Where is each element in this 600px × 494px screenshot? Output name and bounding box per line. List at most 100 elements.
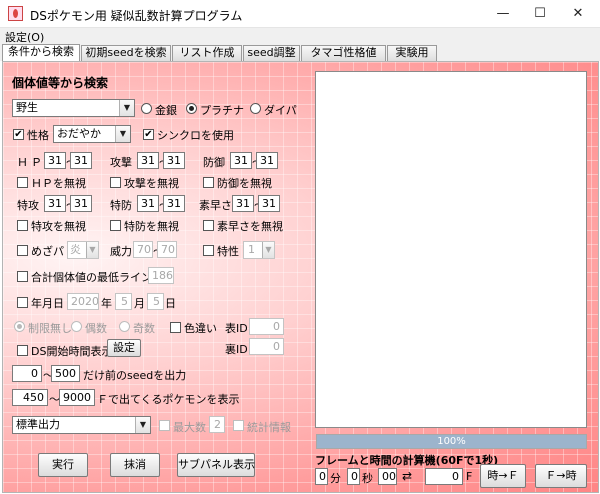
clear-button[interactable]: 抹消 — [110, 453, 160, 477]
nature-checkbox[interactable]: ✔ — [13, 129, 24, 140]
spa-max-input[interactable]: 31 — [70, 195, 92, 212]
frame-to-time-button[interactable]: Ｆ→時 — [535, 464, 587, 488]
ability-select[interactable]: 1 ▼ — [243, 241, 275, 259]
window-title: DSポケモン用 疑似乱数計算プログラム — [30, 9, 243, 23]
spd-min-input[interactable]: 31 — [137, 195, 159, 212]
hidden-power-checkbox[interactable] — [17, 245, 28, 256]
ability-label: 特性 — [217, 245, 239, 258]
calc-frame-input[interactable]: 0 — [425, 468, 463, 485]
max-count-label: 最大数 — [173, 421, 206, 434]
tid-input[interactable]: 0 — [249, 318, 284, 335]
min-total-input[interactable]: 186 — [148, 267, 174, 284]
tab-egg-nature[interactable]: タマゴ性格値 — [301, 45, 386, 61]
version-radio-dp[interactable] — [250, 103, 261, 114]
tab-search-initial-seed[interactable]: 初期seedを検索 — [81, 45, 171, 61]
def-max-input[interactable]: 31 — [256, 152, 278, 169]
run-button[interactable]: 実行 — [38, 453, 88, 477]
shiny-checkbox[interactable] — [170, 322, 181, 333]
ability-checkbox[interactable] — [203, 245, 214, 256]
calculator-title: フレームと時間の計算機(60Fで1秒) — [315, 454, 499, 467]
seed-from-input[interactable]: 0 — [12, 365, 42, 382]
nature-select[interactable]: おだやか ▼ — [53, 125, 131, 143]
ds-time-settings-button[interactable]: 設定 — [107, 339, 141, 357]
calc-frame-unit: F — [466, 470, 473, 483]
menu-settings[interactable]: 設定(O) — [5, 29, 44, 45]
output-text-area[interactable] — [315, 71, 587, 428]
hidden-power-type-select[interactable]: 炎 ▼ — [67, 241, 99, 259]
sid-input[interactable]: 0 — [249, 338, 284, 355]
version-radio-platinum[interactable] — [186, 103, 197, 114]
tab-seed-adjust[interactable]: seed調整 — [243, 45, 300, 61]
calc-seconds-unit: 秒 — [362, 472, 373, 485]
parity-label-even: 偶数 — [85, 322, 107, 335]
java-app-icon — [8, 6, 23, 21]
hidden-power-power-label: 威力 — [110, 245, 132, 258]
day-input[interactable]: 5 — [147, 293, 164, 310]
version-label-dp: ダイパ — [264, 104, 297, 117]
frame-from-input[interactable]: 450 — [12, 389, 48, 406]
date-label: 年月日 — [31, 297, 64, 310]
output-mode-select[interactable]: 標準出力 ▼ — [12, 416, 151, 434]
day-unit: 日 — [165, 297, 176, 310]
calc-seconds-input[interactable]: 0 — [347, 468, 360, 485]
parity-radio-none[interactable] — [14, 321, 25, 332]
spd-label: 特防 — [110, 199, 132, 212]
hp-min-input[interactable]: 31 — [44, 152, 66, 169]
calc-centiseconds-input[interactable]: 00 — [378, 468, 397, 485]
date-checkbox[interactable] — [17, 297, 28, 308]
spa-min-input[interactable]: 31 — [44, 195, 66, 212]
tid-label: 表ID — [225, 322, 248, 335]
frame-to-input[interactable]: 9000 — [59, 389, 95, 406]
version-label-platinum: プラチナ — [200, 104, 244, 117]
min-total-checkbox[interactable] — [17, 271, 28, 282]
ds-time-checkbox[interactable] — [17, 345, 28, 356]
max-count-input[interactable]: 2 — [209, 416, 225, 433]
spe-min-input[interactable]: 31 — [232, 195, 254, 212]
hidden-power-max-input[interactable]: 70 — [157, 241, 177, 258]
calc-minutes-input[interactable]: 0 — [315, 468, 328, 485]
time-to-frame-button[interactable]: 時→Ｆ — [480, 464, 526, 488]
def-min-input[interactable]: 31 — [230, 152, 252, 169]
encounter-type-select[interactable]: 野生 ▼ — [12, 99, 135, 117]
nature-label: 性格 — [27, 129, 49, 142]
atk-label: 攻撃 — [110, 156, 132, 169]
hidden-power-min-input[interactable]: 70 — [133, 241, 153, 258]
sub-panel-button[interactable]: サブパネル表示 — [177, 453, 255, 477]
atk-min-input[interactable]: 31 — [137, 152, 159, 169]
ignore-spe-label: 素早さを無視 — [217, 220, 283, 233]
ignore-def-checkbox[interactable] — [203, 177, 214, 188]
parity-radio-even[interactable] — [71, 321, 82, 332]
year-input[interactable]: 2020 — [67, 293, 99, 310]
ignore-atk-checkbox[interactable] — [110, 177, 121, 188]
close-button[interactable]: ✕ — [563, 4, 593, 24]
tab-experimental[interactable]: 実験用 — [387, 45, 437, 61]
min-total-label: 合計個体値の最低ライン — [31, 271, 152, 284]
ignore-spd-checkbox[interactable] — [110, 220, 121, 231]
version-radio-goldsilver[interactable] — [141, 103, 152, 114]
tab-search-by-conditions[interactable]: 条件から検索 — [2, 44, 80, 62]
hp-max-input[interactable]: 31 — [70, 152, 92, 169]
minimize-button[interactable]: — — [488, 4, 518, 24]
seed-range-suffix: だけ前のseedを出力 — [83, 369, 187, 382]
seed-to-input[interactable]: 500 — [51, 365, 80, 382]
stats-info-checkbox[interactable] — [233, 420, 244, 431]
chevron-down-icon: ▼ — [135, 417, 150, 433]
synchro-checkbox[interactable]: ✔ — [143, 129, 154, 140]
hp-label: ＨＰ — [17, 156, 45, 169]
maximize-button[interactable]: ☐ — [525, 4, 555, 24]
sid-label: 裏ID — [225, 343, 248, 356]
month-input[interactable]: 5 — [115, 293, 132, 310]
ignore-hp-checkbox[interactable] — [17, 177, 28, 188]
ignore-spa-checkbox[interactable] — [17, 220, 28, 231]
parity-label-none: 制限無し — [28, 322, 72, 335]
spd-max-input[interactable]: 31 — [163, 195, 185, 212]
swap-arrows-icon: ⇄ — [402, 469, 413, 483]
max-count-checkbox[interactable] — [159, 420, 170, 431]
ignore-def-label: 防御を無視 — [217, 177, 272, 190]
parity-radio-odd[interactable] — [119, 321, 130, 332]
tab-create-list[interactable]: リスト作成 — [172, 45, 242, 61]
atk-max-input[interactable]: 31 — [163, 152, 185, 169]
ignore-spe-checkbox[interactable] — [203, 220, 214, 231]
spe-max-input[interactable]: 31 — [258, 195, 280, 212]
version-label-goldsilver: 金銀 — [155, 104, 177, 117]
